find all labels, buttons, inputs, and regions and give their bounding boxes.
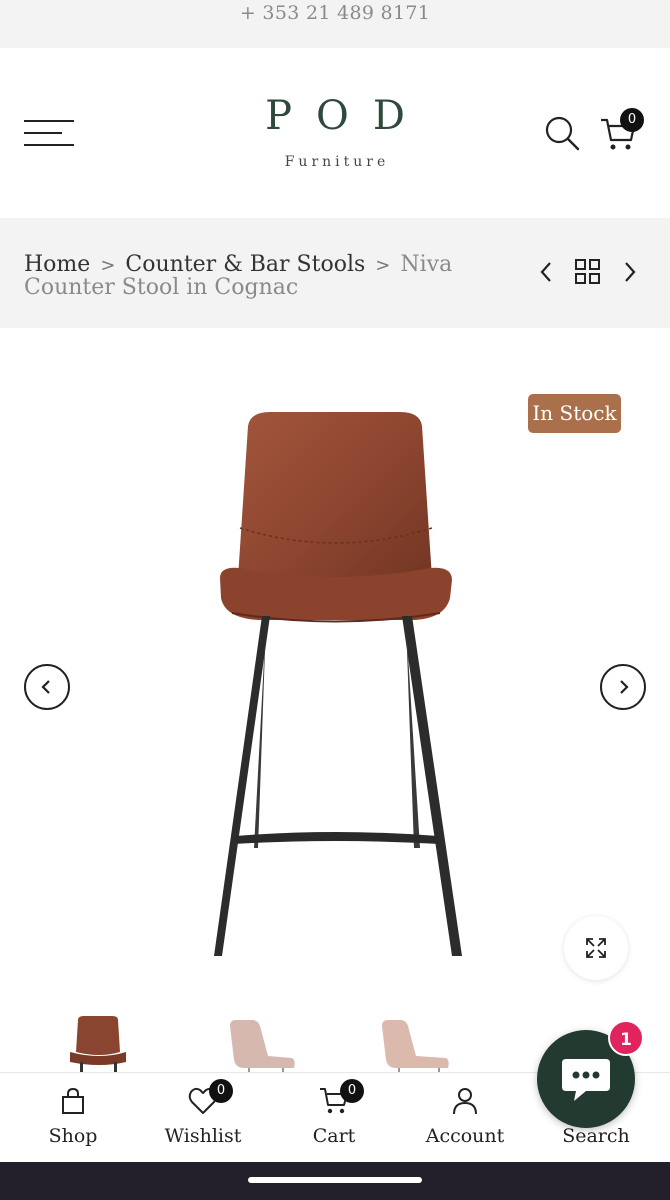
bottom-nav-wishlist[interactable]: 0 Wishlist [143, 1073, 263, 1163]
cart-count-badge: 0 [620, 108, 644, 132]
home-indicator[interactable] [248, 1177, 422, 1183]
chevron-left-icon [41, 680, 50, 694]
breadcrumb: Home > Counter & Bar Stools > Niva Counter S… [24, 254, 504, 299]
bottom-nav-cart[interactable]: 0 Cart [274, 1073, 394, 1163]
site-logo[interactable]: POD Furniture [235, 90, 435, 170]
blush-chair-thumb[interactable] [376, 1012, 456, 1072]
wishlist-count-badge: 0 [209, 1079, 233, 1103]
chat-bubble-icon [562, 1059, 610, 1101]
breadcrumb-home[interactable]: Home [24, 252, 90, 277]
chevron-right-icon [620, 680, 629, 694]
search-icon[interactable] [543, 114, 583, 154]
top-info-bar: + 353 21 489 8171 [0, 0, 670, 48]
cognac-stool-thumb[interactable] [60, 1012, 140, 1072]
system-home-bar [0, 1162, 670, 1200]
chevron-left-icon[interactable] [536, 258, 556, 286]
stock-status-badge: In Stock [528, 394, 621, 433]
logo-brand: POD [265, 93, 429, 139]
bottom-nav-search-label: Search [562, 1125, 630, 1147]
bottom-nav-shop-label: Shop [48, 1125, 98, 1147]
hamburger-menu-icon[interactable] [24, 118, 74, 148]
chat-notification-badge: 1 [608, 1020, 644, 1056]
bottom-nav-cart-label: Cart [312, 1125, 356, 1147]
site-header: POD Furniture 0 [0, 48, 670, 218]
breadcrumb-bar: Home > Counter & Bar Stools > Niva Counter S… [0, 218, 670, 328]
pink-chair-thumb[interactable] [222, 1012, 302, 1072]
bar-stool-image[interactable] [200, 408, 470, 968]
bottom-nav-account-label: Account [425, 1125, 505, 1147]
product-gallery: In Stock [0, 328, 670, 1008]
logo-subtitle: Furniture [284, 154, 390, 170]
grid-icon[interactable] [574, 258, 602, 286]
gallery-next-button[interactable] [600, 664, 646, 710]
user-icon [453, 1088, 477, 1115]
header-cart-button[interactable]: 0 [598, 108, 644, 154]
zoom-button[interactable] [564, 916, 628, 980]
bottom-nav-account[interactable]: Account [405, 1073, 525, 1163]
bottom-nav-shop[interactable]: Shop [13, 1073, 133, 1163]
phone-number[interactable]: + 353 21 489 8171 [240, 2, 430, 24]
gallery-prev-button[interactable] [24, 664, 70, 710]
shopping-bag-icon [62, 1087, 84, 1114]
bottom-nav-wishlist-label: Wishlist [164, 1125, 242, 1147]
expand-icon [586, 938, 606, 958]
breadcrumb-separator: > [375, 255, 391, 276]
chevron-right-icon[interactable] [620, 258, 640, 286]
breadcrumb-counter-bar-stools[interactable]: Counter & Bar Stools [125, 252, 365, 277]
breadcrumb-separator: > [100, 255, 116, 276]
cart-count-badge: 0 [340, 1079, 364, 1103]
